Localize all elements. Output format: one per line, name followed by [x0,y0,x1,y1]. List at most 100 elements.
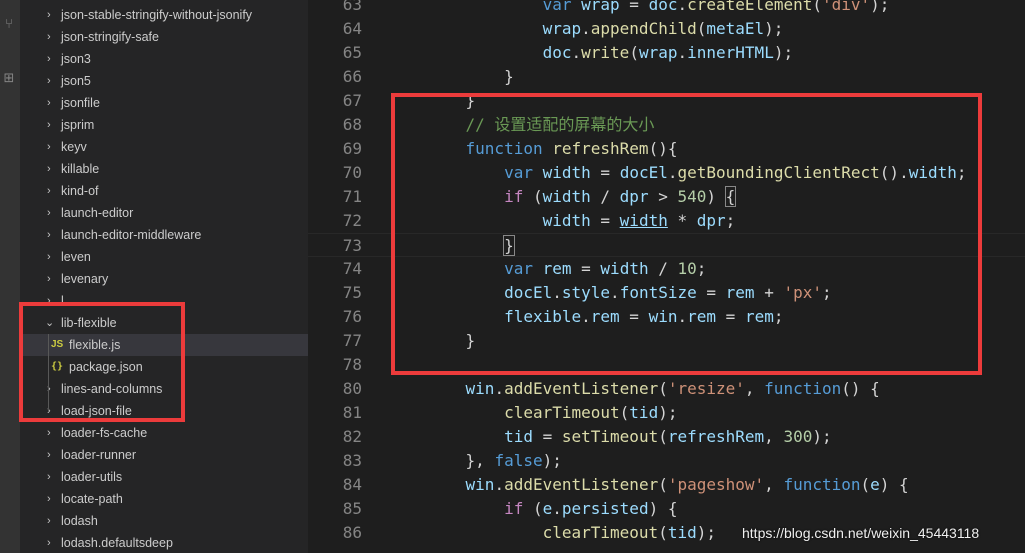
tree-folder-item[interactable]: › killable [20,158,308,180]
code-text: clearTimeout(tid); [427,521,716,545]
code-token: ); [870,0,890,14]
code-token: 'resize' [667,379,745,398]
code-token: addEventListener [504,379,659,398]
code-token: var [542,0,572,14]
code-text: if (e.persisted) { [427,497,677,521]
code-line[interactable]: 85 if (e.persisted) { [308,497,1025,521]
line-number: 65 [342,43,362,62]
chevron-right-icon: › [47,449,51,461]
line-number: 76 [342,307,362,326]
tree-folder-item[interactable]: › loader-utils [20,466,308,488]
activity-bar: ⑂ ⊞ [0,0,20,553]
tree-folder-item[interactable]: › json-stable-stringify-without-jsonify [20,4,308,26]
line-number: 66 [342,67,362,86]
code-line[interactable]: 63 var wrap = doc.createElement('div'); [308,0,1025,17]
chevron-right-icon: › [47,427,51,439]
tree-folder-item[interactable]: › json5 [20,70,308,92]
line-number: 86 [342,523,362,542]
code-token: doc [648,0,678,14]
line-number: 72 [342,211,362,230]
source-control-icon[interactable]: ⑂ [1,14,17,36]
tree-folder-item[interactable]: › loader-fs-cache [20,422,308,444]
tree-item-label: jsonfile [61,96,100,110]
code-token: . [571,43,582,62]
code-token: write [581,43,630,62]
code-token: ) { [879,475,909,494]
line-number: 74 [342,259,362,278]
code-line[interactable]: 83 }, false); [308,449,1025,473]
chevron-right-icon: › [47,185,51,197]
tree-item-label: lodash.defaultsdeep [61,536,173,550]
code-token: , [764,475,784,494]
code-token: win [465,379,495,398]
tree-folder-item[interactable]: › keyv [20,136,308,158]
code-token: , [764,427,784,446]
code-line[interactable]: 65 doc.write(wrap.innerHTML); [308,41,1025,65]
code-token: e [542,499,553,518]
line-number: 68 [342,115,362,134]
code-token: . [581,19,591,38]
extensions-icon[interactable]: ⊞ [1,68,17,90]
code-token: clearTimeout [504,403,620,422]
chevron-right-icon: › [47,273,51,285]
code-token: ( [523,499,543,518]
tree-folder-item[interactable]: › kind-of [20,180,308,202]
tree-folder-item[interactable]: › lodash.defaultsdeep [20,532,308,553]
code-token: innerHTML [687,43,774,62]
code-line[interactable]: 80 win.addEventListener('resize', functi… [308,377,1025,401]
code-line[interactable]: 64 wrap.appendChild(metaEl); [308,17,1025,41]
tree-folder-item[interactable]: › launch-editor [20,202,308,224]
code-token: ( [658,523,668,542]
tree-item-label: launch-editor [61,206,134,220]
tree-item-label: loader-runner [61,448,137,462]
line-number: 63 [342,0,362,14]
chevron-right-icon: › [47,163,51,175]
tree-item-label: loader-utils [61,470,123,484]
explorer-sidebar: › json-stable-stringify-without-jsonify › j… [20,0,308,553]
tree-item-label: launch-editor-middleware [61,228,202,242]
code-token: . [494,379,505,398]
tree-folder-item[interactable]: › leven [20,246,308,268]
tree-item-label: killable [61,162,100,176]
code-token: ); [696,523,716,542]
code-token: ); [658,403,678,422]
code-line[interactable]: 81 clearTimeout(tid); [308,401,1025,425]
tree-folder-item[interactable]: › loader-runner [20,444,308,466]
tree-folder-item[interactable]: › json-stringify-safe [20,26,308,48]
line-number: 77 [342,331,362,350]
tree-folder-item[interactable]: › levenary [20,268,308,290]
tree-folder-item[interactable]: › jsonfile [20,92,308,114]
line-number: 70 [342,163,362,182]
chevron-right-icon: › [47,515,51,527]
tree-folder-item[interactable]: › jsprim [20,114,308,136]
chevron-right-icon: › [47,229,51,241]
code-text: }, false); [427,449,562,473]
tree-folder-item[interactable]: › locate-path [20,488,308,510]
tree-item-label: json5 [61,74,91,88]
annotation-box-explorer [19,302,185,422]
code-token: metaEl [706,19,765,38]
code-text: clearTimeout(tid); [427,401,677,425]
tree-item-label: levenary [61,272,109,286]
code-token: ( [812,0,822,14]
watermark: https://blog.csdn.net/weixin_45443118 [742,525,980,541]
code-line[interactable]: 84 win.addEventListener('pageshow', func… [308,473,1025,497]
tree-folder-item[interactable]: › launch-editor-middleware [20,224,308,246]
code-line[interactable]: 82 tid = setTimeout(refreshRem, 300); [308,425,1025,449]
code-token: wrap [638,43,678,62]
code-token: . [677,43,688,62]
code-token: function [764,379,842,398]
line-number: 84 [342,475,362,494]
line-number: 83 [342,451,362,470]
tree-folder-item[interactable]: › lodash [20,510,308,532]
chevron-right-icon: › [47,119,51,131]
code-token: wrap [542,19,582,38]
tree-folder-item[interactable]: › json3 [20,48,308,70]
code-line[interactable]: 66 } [308,65,1025,89]
